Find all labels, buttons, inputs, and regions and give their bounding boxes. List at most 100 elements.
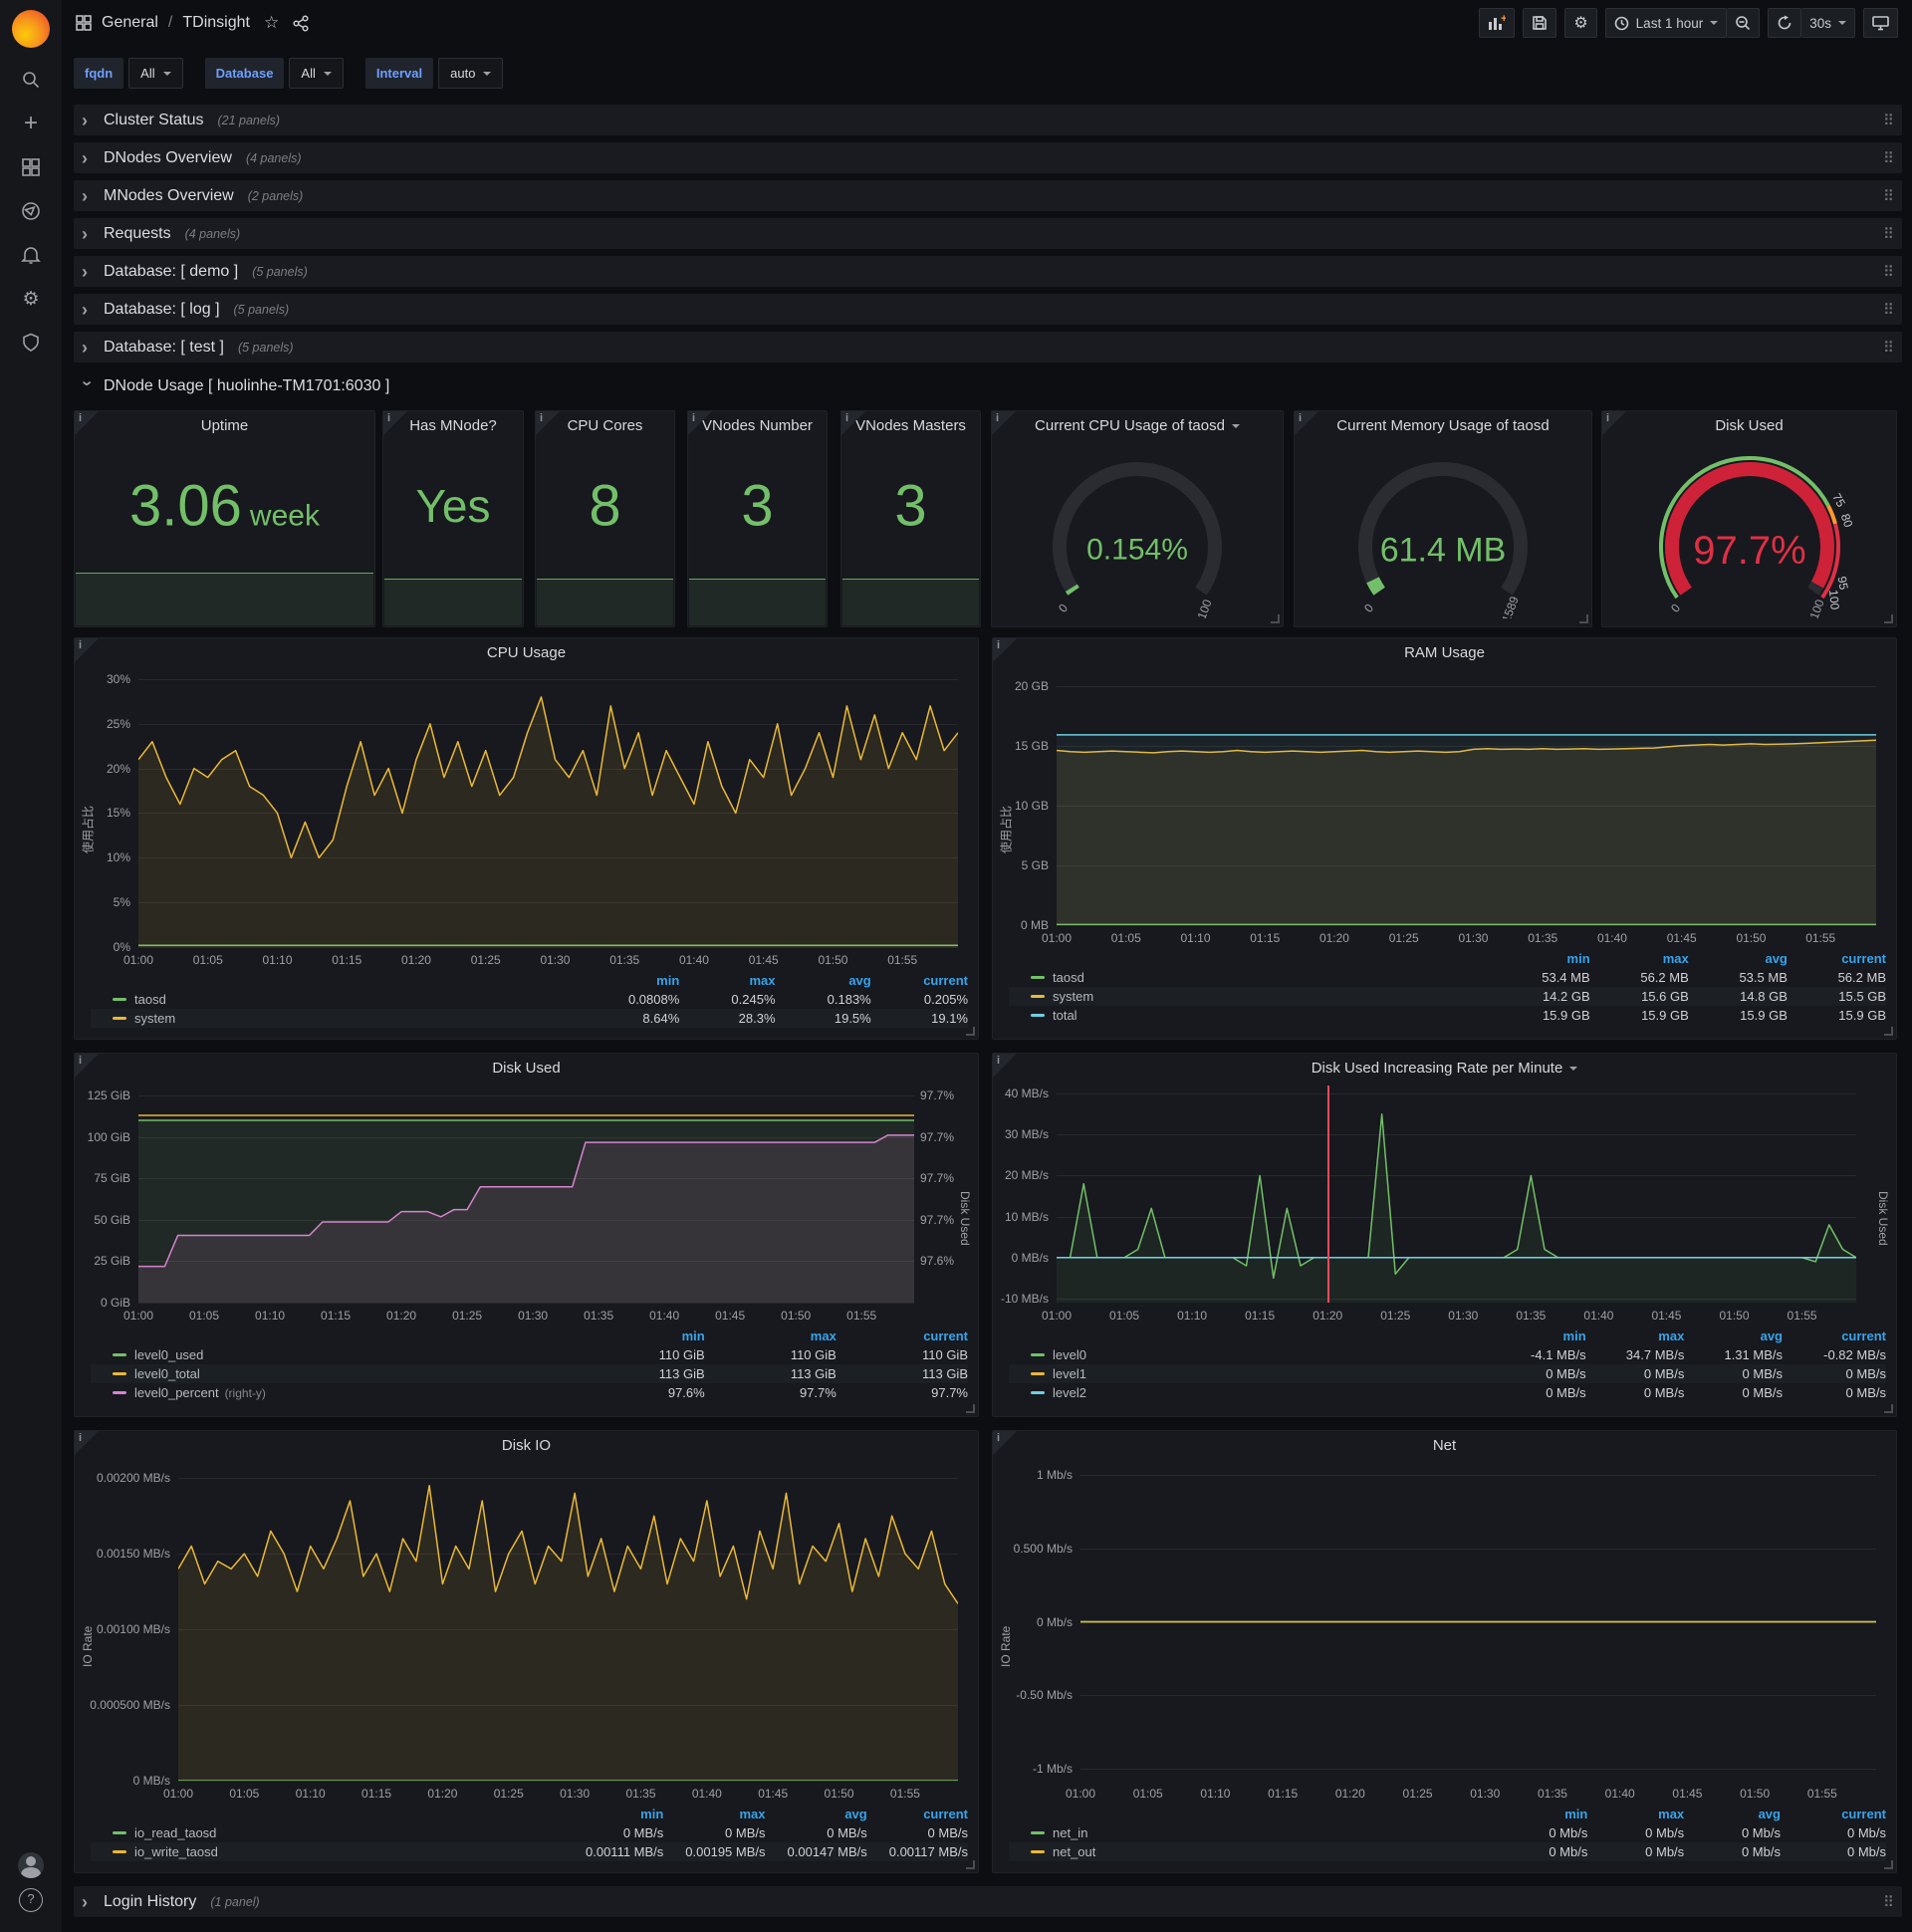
row-database-test[interactable]: › Database: [ test ] (5 panels) ⠿ bbox=[74, 332, 1902, 362]
refresh-button[interactable] bbox=[1768, 8, 1802, 38]
plot-area[interactable] bbox=[1057, 1086, 1856, 1303]
legend-sort-header[interactable]: min bbox=[574, 971, 679, 990]
drag-handle-icon[interactable]: ⠿ bbox=[1883, 187, 1894, 205]
legend-sort-header[interactable]: current bbox=[1781, 1805, 1886, 1823]
help-icon[interactable]: ? bbox=[19, 1888, 43, 1912]
legend-series-name[interactable]: net_in bbox=[1009, 1823, 1492, 1842]
search-icon[interactable] bbox=[0, 58, 62, 102]
legend-sort-header[interactable]: max bbox=[705, 1327, 836, 1345]
breadcrumb-page[interactable]: TDinsight bbox=[182, 14, 250, 32]
legend-series-name[interactable]: system bbox=[1009, 987, 1492, 1006]
resize-handle[interactable] bbox=[966, 1027, 975, 1036]
variable-value-dropdown[interactable]: All bbox=[289, 58, 344, 89]
plot-area[interactable] bbox=[178, 1463, 958, 1782]
row-database-demo[interactable]: › Database: [ demo ] (5 panels) ⠿ bbox=[74, 256, 1902, 287]
panel-title[interactable]: RAM Usage bbox=[1404, 638, 1485, 668]
dashboards-icon[interactable] bbox=[0, 145, 62, 189]
drag-handle-icon[interactable]: ⠿ bbox=[1883, 301, 1894, 319]
legend-sort-header[interactable]: avg bbox=[776, 971, 870, 990]
dashboard-settings-button[interactable]: ⚙ bbox=[1564, 8, 1597, 38]
panel-title[interactable]: Net bbox=[1433, 1431, 1456, 1461]
drag-handle-icon[interactable]: ⠿ bbox=[1883, 339, 1894, 357]
panel-title[interactable]: Disk Used Increasing Rate per Minute bbox=[1312, 1054, 1563, 1084]
legend-sort-header[interactable]: max bbox=[1590, 949, 1689, 968]
share-icon[interactable] bbox=[293, 14, 310, 32]
chevron-down-icon[interactable] bbox=[1569, 1067, 1578, 1071]
legend-sort-header[interactable]: current bbox=[1783, 1327, 1886, 1345]
zoom-out-button[interactable] bbox=[1727, 8, 1761, 38]
legend-sort-header[interactable]: max bbox=[663, 1805, 765, 1823]
legend-sort-header[interactable]: avg bbox=[1684, 1327, 1783, 1345]
breadcrumb-section[interactable]: General bbox=[102, 14, 158, 32]
resize-handle[interactable] bbox=[966, 1404, 975, 1413]
alerting-bell-icon[interactable] bbox=[0, 233, 62, 277]
resize-handle[interactable] bbox=[966, 1860, 975, 1869]
row-login-history[interactable]: › Login History (1 panel) ⠿ bbox=[74, 1886, 1902, 1917]
panel-title[interactable]: Current Memory Usage of taosd bbox=[1336, 411, 1549, 441]
panel-title[interactable]: Uptime bbox=[75, 411, 374, 441]
configuration-gear-icon[interactable]: ⚙ bbox=[0, 277, 62, 321]
legend-series-name[interactable]: io_write_taosd bbox=[91, 1842, 564, 1861]
legend-series-name[interactable]: level0_percent (right-y) bbox=[91, 1383, 574, 1402]
panel-title[interactable]: Disk Used bbox=[1715, 411, 1783, 441]
server-admin-shield-icon[interactable] bbox=[0, 321, 62, 364]
row-dnode-usage[interactable]: › DNode Usage [ huolinhe-TM1701:6030 ] bbox=[74, 370, 1902, 401]
legend-series-name[interactable]: level0_total bbox=[91, 1364, 574, 1383]
drag-handle-icon[interactable]: ⠿ bbox=[1883, 263, 1894, 281]
variable-value-dropdown[interactable]: auto bbox=[438, 58, 504, 89]
panel-title[interactable]: Disk IO bbox=[502, 1431, 551, 1461]
legend-series-name[interactable]: level0 bbox=[1009, 1345, 1492, 1364]
row-requests[interactable]: › Requests (4 panels) ⠿ bbox=[74, 218, 1902, 249]
resize-handle[interactable] bbox=[1884, 1860, 1893, 1869]
legend-series-name[interactable]: total bbox=[1009, 1006, 1492, 1025]
drag-handle-icon[interactable]: ⠿ bbox=[1883, 225, 1894, 243]
legend-series-name[interactable]: net_out bbox=[1009, 1842, 1492, 1861]
resize-handle[interactable] bbox=[1884, 1404, 1893, 1413]
panel-title[interactable]: Disk Used bbox=[492, 1054, 560, 1084]
chevron-down-icon[interactable] bbox=[1231, 424, 1240, 428]
row-database-log[interactable]: › Database: [ log ] (5 panels) ⠿ bbox=[74, 294, 1902, 325]
variable-value-dropdown[interactable]: All bbox=[128, 58, 183, 89]
legend-series-name[interactable]: level2 bbox=[1009, 1383, 1492, 1402]
row-dnodes-overview[interactable]: › DNodes Overview (4 panels) ⠿ bbox=[74, 142, 1902, 173]
plot-area[interactable] bbox=[1057, 670, 1876, 926]
plot-area[interactable] bbox=[1080, 1463, 1876, 1781]
drag-handle-icon[interactable]: ⠿ bbox=[1883, 1893, 1894, 1911]
panel-title[interactable]: CPU Usage bbox=[487, 638, 566, 668]
legend-sort-header[interactable]: avg bbox=[1684, 1805, 1781, 1823]
legend-sort-header[interactable]: current bbox=[836, 1327, 968, 1345]
row-mnodes-overview[interactable]: › MNodes Overview (2 panels) ⠿ bbox=[74, 180, 1902, 211]
create-plus-icon[interactable]: + bbox=[0, 102, 62, 145]
legend-sort-header[interactable]: current bbox=[871, 971, 968, 990]
legend-series-name[interactable]: taosd bbox=[91, 990, 574, 1009]
legend-series-name[interactable]: level0_used bbox=[91, 1345, 574, 1364]
legend-sort-header[interactable]: min bbox=[564, 1805, 663, 1823]
drag-handle-icon[interactable]: ⠿ bbox=[1883, 112, 1894, 129]
resize-handle[interactable] bbox=[1271, 614, 1280, 623]
legend-sort-header[interactable]: current bbox=[867, 1805, 968, 1823]
legend-sort-header[interactable]: min bbox=[1492, 1805, 1587, 1823]
grafana-logo[interactable] bbox=[12, 10, 50, 48]
legend-sort-header[interactable]: max bbox=[1586, 1327, 1684, 1345]
save-dashboard-button[interactable] bbox=[1523, 8, 1557, 38]
legend-sort-header[interactable]: avg bbox=[766, 1805, 866, 1823]
add-panel-button[interactable]: + bbox=[1479, 8, 1516, 38]
legend-sort-header[interactable]: max bbox=[1587, 1805, 1684, 1823]
legend-sort-header[interactable]: max bbox=[679, 971, 775, 990]
legend-sort-header[interactable]: current bbox=[1788, 949, 1886, 968]
plot-area[interactable] bbox=[138, 1086, 914, 1304]
refresh-interval-picker[interactable]: 30s bbox=[1801, 8, 1855, 38]
explore-compass-icon[interactable] bbox=[0, 189, 62, 233]
resize-handle[interactable] bbox=[1884, 1027, 1893, 1036]
legend-sort-header[interactable]: min bbox=[1492, 1327, 1586, 1345]
legend-sort-header[interactable]: avg bbox=[1689, 949, 1787, 968]
legend-sort-header[interactable]: min bbox=[574, 1327, 705, 1345]
resize-handle[interactable] bbox=[1579, 614, 1588, 623]
plot-area[interactable] bbox=[138, 670, 958, 948]
legend-series-name[interactable]: io_read_taosd bbox=[91, 1823, 564, 1842]
legend-sort-header[interactable]: min bbox=[1492, 949, 1590, 968]
cycle-view-mode-button[interactable] bbox=[1863, 8, 1898, 38]
user-avatar[interactable] bbox=[18, 1852, 44, 1878]
time-range-picker[interactable]: Last 1 hour bbox=[1604, 8, 1728, 38]
resize-handle[interactable] bbox=[1884, 614, 1893, 623]
